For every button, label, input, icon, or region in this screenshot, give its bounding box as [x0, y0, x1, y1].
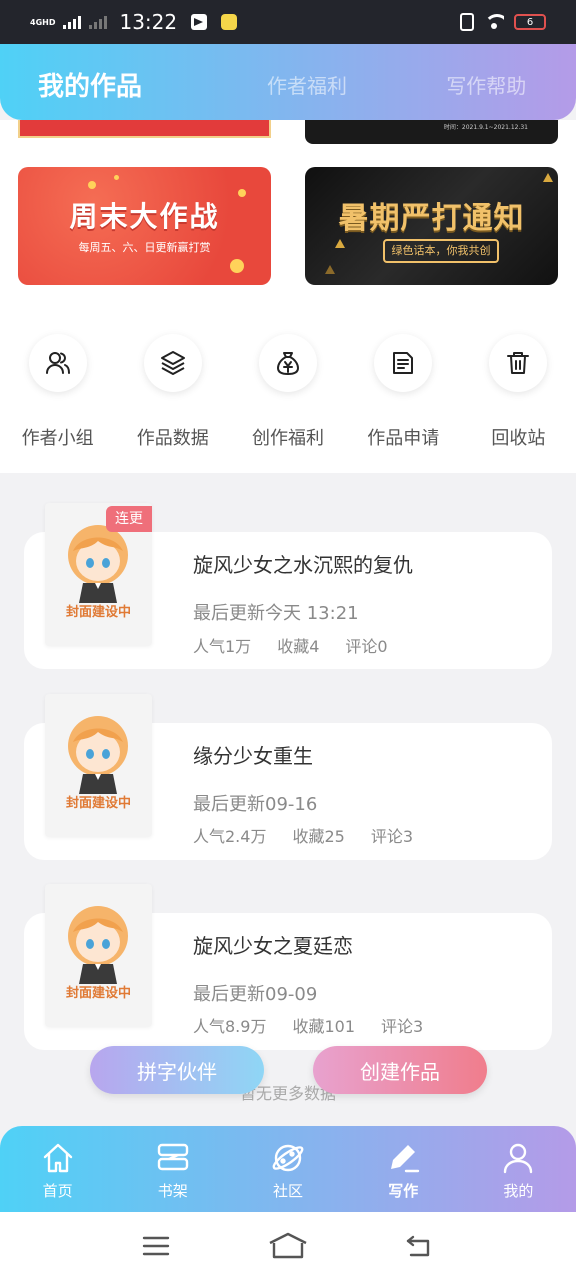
nav-bookshelf-label: 书架: [157, 1182, 188, 1200]
nav-home-label: 首页: [42, 1182, 73, 1200]
summer-notice-banner[interactable]: 暑期严打通知 绿色话本，你我共创: [305, 167, 558, 285]
work-stats: 人气1万 收藏4 评论0: [193, 633, 414, 657]
money-bag-icon: [259, 334, 317, 392]
create-work-button[interactable]: 创建作品: [313, 1046, 487, 1094]
action-creation-benefits[interactable]: 创作福利: [230, 298, 345, 473]
banner-partial-red[interactable]: [18, 120, 271, 138]
system-home-icon[interactable]: [268, 1226, 308, 1266]
app-notification-icon: [221, 14, 238, 30]
weekend-battle-banner[interactable]: 周末大作战 每周五、六、日更新赢打赏: [18, 167, 271, 285]
document-icon: [374, 334, 433, 392]
cover-character-image: [68, 716, 128, 794]
nav-mine-label: 我的: [503, 1182, 534, 1200]
menu-icon[interactable]: [136, 1226, 176, 1266]
home-icon: [40, 1140, 76, 1176]
quick-actions: 作者小组 作品数据 创作福利 作品申请 回收站: [0, 298, 576, 473]
work-comments: 评论3: [381, 1017, 424, 1036]
tab-my-works[interactable]: 我的作品: [0, 62, 217, 103]
trash-icon: [489, 334, 548, 392]
system-nav-bar: [0, 1212, 576, 1280]
network-indicator: 4GHD: [30, 17, 56, 27]
bookshelf-icon: [155, 1140, 191, 1176]
planet-icon: [270, 1140, 306, 1176]
layers-icon: [143, 334, 202, 392]
action-work-data[interactable]: 作品数据: [115, 298, 230, 473]
cover-character-image: [68, 906, 128, 984]
work-favorites: 收藏25: [292, 827, 345, 846]
battery-icon: 6: [514, 14, 546, 30]
nav-community-label: 社区: [273, 1182, 304, 1200]
status-bar: 4GHD 13:22 6: [0, 0, 576, 44]
work-last-updated: 最后更新09-09: [193, 984, 318, 1005]
work-cover[interactable]: 封面建设中: [45, 884, 152, 1027]
work-comments: 评论0: [345, 637, 388, 656]
back-icon[interactable]: [400, 1226, 440, 1266]
signal-icon: [63, 15, 82, 29]
work-stats: 人气2.4万 收藏25 评论3: [193, 823, 439, 847]
nav-bookshelf[interactable]: 书架: [115, 1126, 230, 1212]
action-recycle-bin-label: 回收站: [491, 428, 546, 449]
no-more-data-text: 暂无更多数据: [239, 1084, 336, 1103]
work-title[interactable]: 旋风少女之夏廷恋: [193, 930, 353, 959]
action-recycle-bin[interactable]: 回收站: [461, 298, 576, 473]
action-author-group[interactable]: 作者小组: [0, 298, 115, 473]
work-popularity: 人气8.9万: [193, 1017, 267, 1036]
cover-placeholder-text: 封面建设中: [65, 796, 131, 811]
nav-mine[interactable]: 我的: [461, 1126, 576, 1212]
nav-write-label: 写作: [388, 1182, 419, 1200]
nav-home[interactable]: 首页: [0, 1126, 115, 1212]
tab-writing-help[interactable]: 写作帮助: [397, 66, 576, 99]
work-title[interactable]: 旋风少女之水沉熙的复仇: [193, 549, 413, 578]
work-popularity: 人气2.4万: [193, 827, 267, 846]
work-cover[interactable]: 封面建设中: [45, 694, 152, 837]
action-work-application-label: 作品申请: [367, 428, 440, 449]
summer-banner-subtitle: 绿色话本，你我共创: [383, 239, 499, 263]
work-favorites: 收藏4: [277, 637, 320, 656]
cover-placeholder-text: 封面建设中: [65, 605, 131, 620]
telegram-icon: [191, 14, 208, 30]
top-tab-bar: 我的作品 作者福利 写作帮助: [0, 44, 576, 120]
users-icon: [28, 334, 87, 392]
serial-badge: 连更: [106, 506, 152, 532]
work-comments: 评论3: [370, 827, 414, 846]
banner-partial-dark[interactable]: 时间：2021.9.1~2021.12.31: [305, 120, 558, 144]
status-right: 6: [460, 13, 546, 31]
work-last-updated: 最后更新09-16: [193, 794, 318, 815]
nav-community[interactable]: 社区: [230, 1126, 345, 1212]
status-time: 13:22: [119, 10, 178, 34]
cover-placeholder-text: 封面建设中: [65, 986, 131, 1001]
work-stats: 人气8.9万 收藏101 评论3: [193, 1013, 449, 1037]
signal-secondary-icon: [89, 15, 108, 29]
banner-area: 时间：2021.9.1~2021.12.31 周末大作战 每周五、六、日更新赢打…: [0, 120, 576, 298]
weekend-banner-subtitle: 每周五、六、日更新赢打赏: [78, 241, 211, 254]
action-creation-benefits-label: 创作福利: [252, 428, 324, 449]
work-popularity: 人气1万: [193, 637, 252, 656]
nav-write[interactable]: 写作: [346, 1126, 461, 1212]
writing-partner-button[interactable]: 拼字伙伴: [90, 1046, 264, 1094]
action-work-data-label: 作品数据: [136, 428, 209, 449]
work-last-updated: 最后更新今天 13:21: [193, 603, 359, 624]
work-title[interactable]: 缘分少女重生: [193, 740, 313, 769]
work-favorites: 收藏101: [292, 1017, 355, 1036]
summer-banner-title: 暑期严打通知: [338, 201, 525, 236]
weekend-banner-title: 周末大作战: [69, 200, 220, 233]
wifi-icon: [484, 14, 504, 30]
action-author-group-label: 作者小组: [21, 428, 94, 449]
bottom-nav: 首页 书架 社区 写作 我的: [0, 1126, 576, 1212]
action-work-application[interactable]: 作品申请: [346, 298, 461, 473]
status-left: 4GHD 13:22: [30, 10, 238, 34]
user-icon: [500, 1140, 536, 1176]
tab-author-benefits[interactable]: 作者福利: [217, 66, 396, 99]
pen-icon: [385, 1140, 421, 1176]
banner-date-caption: 时间：2021.9.1~2021.12.31: [443, 124, 528, 131]
vibrate-icon: [460, 13, 474, 31]
